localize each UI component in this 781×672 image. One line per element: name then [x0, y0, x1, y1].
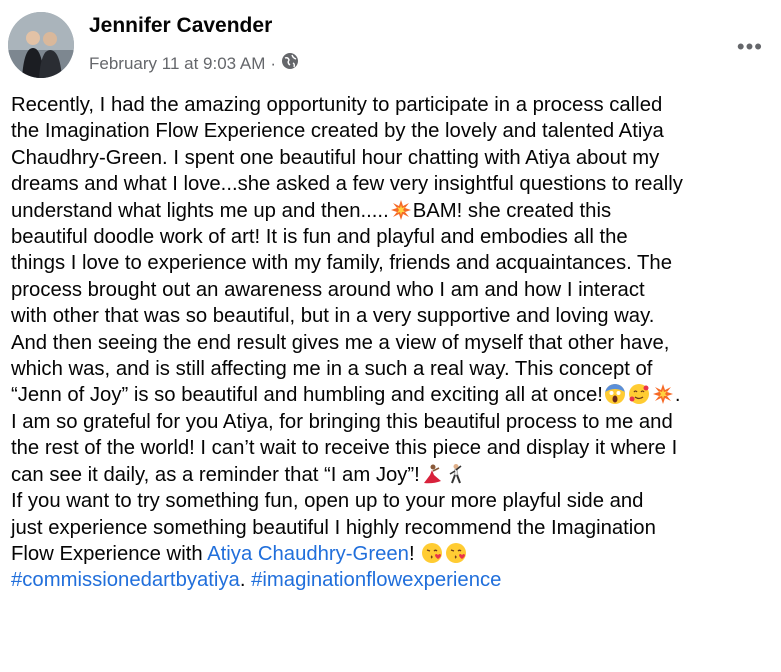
- smiling-hearts-emoji: [628, 384, 649, 405]
- dancer-emoji: [423, 464, 441, 483]
- globe-icon: [281, 52, 299, 75]
- mention-link[interactable]: Atiya Chaudhry-Green: [207, 543, 409, 565]
- body-line: with other that was so beautiful, but in…: [11, 305, 655, 328]
- scream-emoji: [604, 384, 625, 405]
- body-text: .: [674, 384, 681, 407]
- author-name[interactable]: Jennifer Cavender: [89, 14, 272, 38]
- body-line: “Jenn of Joy” is so beautiful and humbli…: [11, 382, 777, 408]
- body-line: can see it daily, as a reminder that “I …: [11, 462, 777, 488]
- body-text: BAM! she created this: [412, 199, 612, 222]
- hashtag-link[interactable]: #imaginationflowexperience: [251, 569, 501, 591]
- kissing-heart-emoji: [446, 542, 467, 563]
- body-line: which was, and is still affecting me in …: [11, 358, 653, 381]
- collision-emoji: [390, 199, 411, 220]
- body-line: If you want to try something fun, open u…: [11, 490, 644, 513]
- hashtag-link[interactable]: #commissionedartbyatiya: [11, 569, 240, 591]
- body-line: I am so grateful for you Atiya, for brin…: [11, 410, 673, 433]
- post-header: Jennifer Cavender February 11 at 9:03 AM…: [8, 8, 773, 78]
- body-line: And then seeing the end result gives me …: [11, 331, 670, 354]
- body-text: “Jenn of Joy” is so beautiful and humbli…: [11, 384, 603, 407]
- post-meta: February 11 at 9:03 AM ·: [89, 52, 299, 75]
- body-line: #commissionedartbyatiya. #imaginationflo…: [11, 567, 777, 593]
- body-line: beautiful doodle work of art! It is fun …: [11, 226, 628, 249]
- man-dancing-emoji: [449, 463, 462, 484]
- post-body: Recently, I had the amazing opportunity …: [11, 92, 777, 594]
- post-timestamp[interactable]: February 11 at 9:03 AM: [89, 54, 265, 74]
- body-line: just experience something beautiful I hi…: [11, 516, 656, 539]
- body-text: !: [408, 542, 421, 565]
- body-line: things I love to experience with my fami…: [11, 252, 672, 275]
- kissing-heart-emoji: [422, 542, 443, 563]
- body-line: the Imagination Flow Experience created …: [11, 120, 664, 143]
- body-text: understand what lights me up and then...…: [11, 199, 389, 222]
- body-text: Flow Experience with: [11, 542, 208, 565]
- body-line: the rest of the world! I can’t wait to r…: [11, 437, 678, 460]
- body-line: process brought out an awareness around …: [11, 278, 645, 301]
- body-text: can see it daily, as a reminder that “I …: [11, 463, 420, 486]
- body-line: Recently, I had the amazing opportunity …: [11, 94, 663, 116]
- body-text: .: [239, 569, 252, 592]
- body-line: dreams and what I love...she asked a few…: [11, 173, 683, 196]
- body-line: Chaudhry-Green. I spent one beautiful ho…: [11, 146, 660, 169]
- body-line: Flow Experience with Atiya Chaudhry-Gree…: [11, 541, 777, 567]
- collision-emoji: [652, 384, 673, 405]
- more-options-icon[interactable]: •••: [737, 34, 763, 60]
- body-line: understand what lights me up and then...…: [11, 198, 777, 224]
- meta-separator: ·: [270, 53, 277, 73]
- author-avatar[interactable]: [8, 12, 74, 78]
